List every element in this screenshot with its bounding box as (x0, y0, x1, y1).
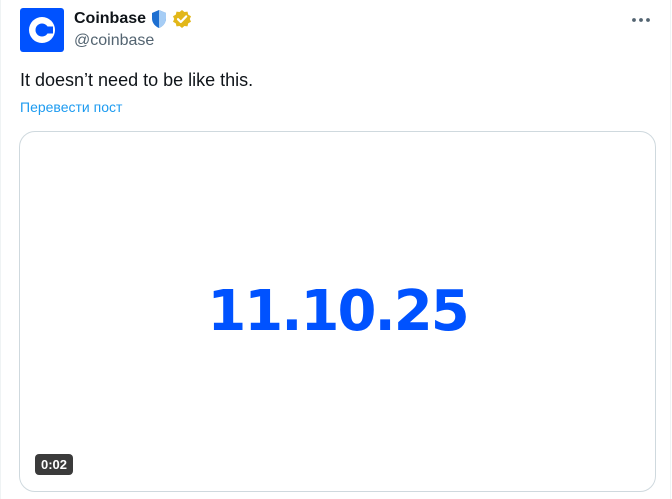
author-block: Coinbase @coinbase (74, 8, 192, 52)
avatar[interactable] (20, 8, 64, 52)
more-dots-icon (632, 18, 650, 22)
video-player[interactable]: 11.10.25 0:02 (19, 131, 656, 492)
author-name-row: Coinbase (74, 8, 192, 30)
author-display-name[interactable]: Coinbase (74, 10, 146, 28)
post-text: It doesn’t need to be like this. (20, 70, 254, 90)
translate-post-link[interactable]: Перевести пост (20, 99, 122, 115)
author-handle[interactable]: @coinbase (74, 32, 192, 50)
coinbase-logo-icon (29, 17, 55, 43)
blue-shield-badge-icon[interactable] (150, 9, 168, 29)
video-headline: 11.10.25 (207, 279, 469, 344)
post-header: Coinbase @coinbase (20, 8, 660, 54)
gold-verified-badge-icon[interactable] (172, 9, 192, 29)
more-options-button[interactable] (628, 10, 654, 30)
post: Coinbase @coinbase It doesn’t need to be… (0, 0, 672, 499)
video-duration-badge: 0:02 (35, 454, 74, 475)
